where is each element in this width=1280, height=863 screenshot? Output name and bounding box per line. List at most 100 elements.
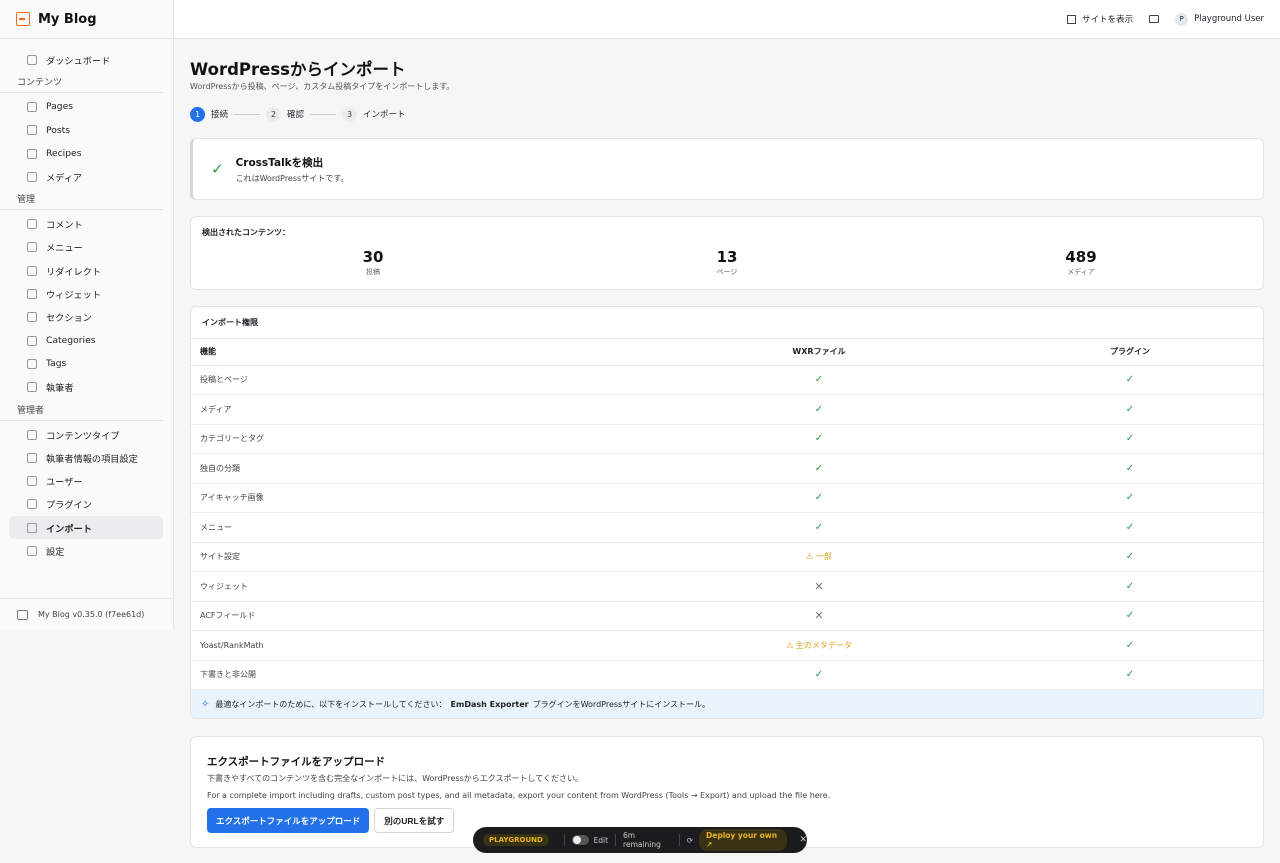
- step-import: 3 インポート: [342, 106, 406, 122]
- import-permissions-card: インポート権限 機能 WXRファイル プラグイン 投稿とページ ✓ ✓ メディア ✓ ✓…: [190, 306, 1264, 719]
- upload-title: エクスポートファイルをアップロード: [207, 756, 386, 768]
- recipes-icon: [27, 148, 37, 159]
- avatar[interactable]: P: [1175, 12, 1189, 26]
- try-another-url-button[interactable]: 別のURLを試す: [374, 808, 455, 833]
- sidebar-item-dashboard[interactable]: ダッシュボード: [9, 48, 163, 71]
- check-icon: ✓: [997, 601, 1263, 631]
- topbar: サイトを表示 P Playground User: [174, 0, 1280, 39]
- check-icon: ✓: [997, 630, 1263, 661]
- tag-icon: [27, 358, 37, 369]
- external-link-icon: [1067, 14, 1077, 24]
- check-icon: ✓: [997, 424, 1263, 454]
- sidebar-item-recipes[interactable]: Recipes: [9, 142, 163, 165]
- sidebar-item-import[interactable]: インポート: [9, 516, 163, 540]
- x-icon: ✕: [641, 601, 997, 631]
- sidebar-item-users[interactable]: ユーザー: [9, 469, 163, 492]
- divider: [678, 834, 680, 846]
- time-remaining: 6m remaining: [623, 831, 661, 849]
- playground-badge: PLAYGROUND: [483, 834, 549, 846]
- sidebar-item-content-types[interactable]: コンテンツタイプ: [9, 423, 163, 446]
- sidebar-item-plugins[interactable]: プラグイン: [9, 493, 163, 516]
- sidebar-item-pages[interactable]: Pages: [9, 95, 163, 118]
- detection-subtitle: これはWordPressサイトです。: [235, 173, 349, 183]
- exporter-tip: ✧ 最適なインポートのために、以下をインストールしてください： EmDash E…: [191, 690, 1263, 718]
- permissions-table: 機能 WXRファイル プラグイン 投稿とページ ✓ ✓ メディア ✓ ✓ カテゴリーとタ…: [191, 339, 1263, 690]
- sidebar-item-widgets[interactable]: ウィジェット: [9, 282, 163, 305]
- table-row: アイキャッチ画像 ✓ ✓: [191, 483, 1263, 513]
- sidebar-item-comments[interactable]: コメント: [9, 212, 163, 235]
- sidebar-item-menus[interactable]: メニュー: [9, 236, 163, 259]
- upload-export-file-button[interactable]: エクスポートファイルをアップロード: [207, 808, 370, 833]
- column-header: プラグイン: [997, 339, 1263, 366]
- sidebar-item-categories[interactable]: Categories: [9, 329, 163, 352]
- stat-media: 489 メディア: [1065, 248, 1097, 276]
- dashboard-icon: [27, 54, 37, 65]
- step-number: 3: [342, 106, 358, 122]
- redirect-icon: [27, 265, 37, 276]
- sidebar-item-settings[interactable]: 設定: [9, 539, 163, 562]
- sidebar-item-posts[interactable]: Posts: [9, 119, 163, 142]
- pages-icon: [27, 101, 37, 112]
- step-label: 確認: [287, 110, 305, 120]
- detected-content-label: 検出されたコンテンツ：: [202, 228, 290, 237]
- stat-posts: 30 投稿: [362, 248, 384, 276]
- sidebar-section-admin: 管理者: [0, 399, 163, 421]
- check-icon: ✓: [997, 483, 1263, 513]
- divider: [563, 834, 565, 846]
- sidebar-footer[interactable]: My Blog v0.35.0 (f7ee61d): [0, 598, 173, 630]
- check-icon: ✓: [997, 394, 1263, 425]
- folder-icon: [27, 335, 37, 346]
- table-row: サイト設定 ⚠ 一部 ✓: [191, 542, 1263, 572]
- sidebar-toggle-icon: [17, 609, 28, 620]
- check-icon: ✓: [641, 453, 997, 484]
- sidebar-item-media[interactable]: メディア: [9, 165, 163, 188]
- sidebar-item-sections[interactable]: セクション: [9, 306, 163, 329]
- detection-card: ✓ CrossTalkを検出 これはWordPressサイトです。: [190, 138, 1264, 200]
- edit-label: Edit: [593, 835, 609, 845]
- users-icon: [27, 476, 37, 487]
- table-row: ウィジェット ✕ ✓: [191, 571, 1263, 602]
- sidebar-item-tags[interactable]: Tags: [9, 352, 163, 375]
- check-icon: ✓: [997, 660, 1263, 690]
- exporter-plugin-name: EmDash Exporter: [450, 699, 529, 709]
- deploy-your-own-button[interactable]: Deploy your own ↗: [699, 829, 788, 851]
- user-name[interactable]: Playground User: [1194, 14, 1264, 24]
- close-icon[interactable]: ✕: [799, 835, 807, 845]
- monitor-icon[interactable]: [1149, 15, 1160, 23]
- upload-subtitle: 下書きやすべてのコンテンツを含む完全なインポートには、WordPressからエク…: [207, 774, 584, 783]
- check-icon: ✓: [641, 394, 997, 425]
- warning-badge: ⚠ 一部: [641, 542, 997, 572]
- refresh-icon[interactable]: ⟳: [687, 836, 693, 845]
- step-divider: [234, 113, 261, 115]
- database-icon: [27, 429, 37, 440]
- brand-name: My Blog: [38, 11, 97, 27]
- menu-icon: [27, 242, 37, 253]
- section-icon: [27, 312, 37, 323]
- step-connect: 1 接続: [190, 106, 228, 122]
- column-header: WXRファイル: [641, 339, 997, 366]
- edit-toggle[interactable]: [571, 835, 589, 845]
- table-row: メディア ✓ ✓: [191, 394, 1263, 425]
- check-icon: ✓: [641, 424, 997, 454]
- sidebar-item-author-fields[interactable]: 執筆者情報の項目設定: [9, 446, 163, 469]
- check-icon: ✓: [997, 453, 1263, 484]
- logo-icon: [16, 12, 30, 26]
- check-icon: ✓: [641, 365, 997, 395]
- brand[interactable]: My Blog: [0, 0, 173, 39]
- check-icon: ✓: [997, 365, 1263, 395]
- sidebar-item-authors[interactable]: 執筆者: [9, 376, 163, 399]
- divider: [615, 834, 617, 846]
- check-icon: ✓: [997, 542, 1263, 572]
- table-row: 下書きと非公開 ✓ ✓: [191, 660, 1263, 690]
- sidebar-item-redirects[interactable]: リダイレクト: [9, 259, 163, 282]
- step-review: 2 確認: [266, 106, 305, 122]
- media-icon: [27, 171, 37, 182]
- sidebar-section-content: コンテンツ: [0, 71, 163, 94]
- view-site-link[interactable]: サイトを表示: [1067, 13, 1133, 25]
- id-card-icon: [27, 452, 37, 463]
- version-label: My Blog v0.35.0 (f7ee61d): [38, 610, 145, 619]
- step-number: 1: [190, 106, 205, 122]
- check-icon: ✓: [641, 483, 997, 513]
- step-number: 2: [266, 106, 282, 122]
- stat-pages: 13 ページ: [716, 248, 738, 276]
